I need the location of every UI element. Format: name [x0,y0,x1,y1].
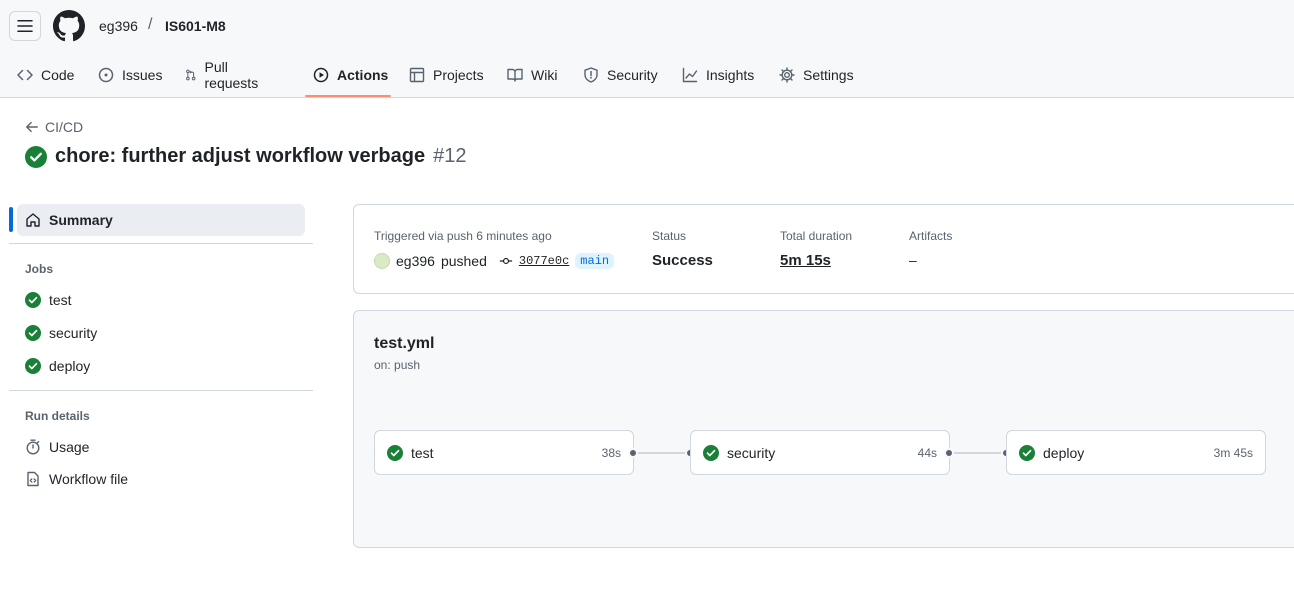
job-duration: 3m 45s [1213,445,1253,460]
sidebar-job-label: security [49,325,98,341]
pull-request-icon [186,69,196,81]
status-value: Success [652,252,713,269]
job-connector-line [954,452,1002,454]
back-link-label: CI/CD [45,119,84,135]
job-name: deploy [1043,444,1085,461]
sidebar-item-job-security[interactable]: security [25,325,97,341]
run-number: #12 [433,145,467,167]
trigger-action: pushed [440,253,487,269]
tab-pull-requests[interactable]: Pull requests [185,58,263,92]
job-name: test [411,444,434,461]
run-title: chore: further adjust workflow verbage #… [25,145,466,168]
tab-projects-label: Projects [433,67,484,83]
duration-value-link[interactable]: 5m 15s [780,252,831,269]
breadcrumb-owner-link[interactable]: eg396 [99,18,138,34]
tab-settings[interactable]: Settings [779,58,854,92]
job-card-test[interactable]: test 38s [374,430,634,475]
job-card-security[interactable]: security 44s [690,430,950,475]
jobs-heading: Jobs [25,262,54,276]
tab-issues-label: Issues [122,67,163,83]
tab-wiki[interactable]: Wiki [507,58,557,92]
job-name: security [727,444,776,461]
check-circle-fill-icon [387,444,403,461]
check-circle-fill-icon [1019,444,1035,461]
tab-issues[interactable]: Issues [98,58,162,92]
tab-code[interactable]: Code [17,58,74,92]
check-circle-fill-icon [25,325,41,341]
job-connector-dot [944,448,954,458]
back-to-workflow-link[interactable]: CI/CD [25,119,83,135]
run-details-heading: Run details [25,409,90,423]
check-circle-fill-icon [25,145,47,168]
tab-pull-requests-label: Pull requests [204,59,259,91]
job-duration: 38s [601,445,621,460]
tab-code-label: Code [41,67,75,83]
sidebar-item-usage[interactable]: Usage [25,439,89,455]
sidebar-item-summary[interactable]: Summary [17,204,305,236]
run-title-text: chore: further adjust workflow verbage [55,145,426,167]
sidebar-usage-label: Usage [49,439,90,455]
gear-icon [779,67,795,83]
github-logo-icon[interactable] [53,10,85,42]
commit-sha-link[interactable]: 3077e0c [519,254,569,268]
artifacts-value: – [909,252,917,268]
artifacts-label: Artifacts [909,229,953,243]
stopwatch-icon [26,439,40,455]
sidebar-item-job-test[interactable]: test [25,292,72,308]
sidebar-item-job-deploy[interactable]: deploy [25,358,90,374]
job-connector-dot [628,448,638,458]
branch-label[interactable]: main [575,253,615,269]
hamburger-menu-button[interactable] [9,11,41,41]
tab-actions[interactable]: Actions [313,58,388,92]
file-code-icon [27,471,39,487]
sidebar-job-label: test [49,292,72,308]
table-icon [409,67,425,83]
tab-settings-label: Settings [803,67,854,83]
run-summary-card: Triggered via push 6 minutes ago eg396 p… [353,204,1294,294]
tab-actions-label: Actions [337,67,389,83]
triggered-label: Triggered via push 6 minutes ago [374,229,552,243]
graph-icon [682,67,698,83]
check-circle-fill-icon [703,444,719,461]
tab-insights-label: Insights [706,67,755,83]
trigger-info: eg396 pushed 3077e0c main [374,253,615,269]
job-duration: 44s [917,445,937,460]
sidebar-job-label: deploy [49,358,91,374]
workflow-trigger: on: push [374,358,421,372]
shield-icon [584,67,598,83]
workflow-file-name: test.yml [374,335,435,352]
breadcrumb-repo-link[interactable]: IS601-M8 [165,18,226,34]
avatar[interactable] [374,253,390,269]
sidebar-workflow-file-label: Workflow file [49,471,129,487]
home-icon [26,213,40,227]
actor-link[interactable]: eg396 [396,253,435,269]
breadcrumb-separator: / [148,16,153,33]
sidebar-divider [9,390,313,391]
tab-projects[interactable]: Projects [409,58,484,92]
issue-icon [98,67,114,83]
tab-wiki-label: Wiki [531,67,558,83]
hamburger-icon [17,20,33,32]
job-card-deploy[interactable]: deploy 3m 45s [1006,430,1266,475]
workflow-graph-card: test.yml on: push test 38s security 44s … [353,310,1294,548]
code-icon [17,69,33,81]
tab-security-label: Security [607,67,658,83]
tab-insights[interactable]: Insights [682,58,754,92]
play-icon [313,67,329,83]
sidebar-summary-label: Summary [49,212,113,228]
arrow-left-icon [26,121,38,133]
git-commit-icon [499,257,512,265]
book-icon [507,68,523,82]
check-circle-fill-icon [25,358,41,374]
app-header: eg396 / IS601-M8 Code Issues Pull reques… [0,0,1294,98]
sidebar-active-indicator [9,207,13,232]
tab-security[interactable]: Security [583,58,658,92]
check-circle-fill-icon [25,292,41,308]
status-label: Status [652,229,687,243]
sidebar-divider [9,243,313,244]
active-tab-indicator [305,95,391,97]
job-connector-line [638,452,686,454]
duration-label: Total duration [780,229,853,243]
sidebar-item-workflow-file[interactable]: Workflow file [25,471,128,487]
